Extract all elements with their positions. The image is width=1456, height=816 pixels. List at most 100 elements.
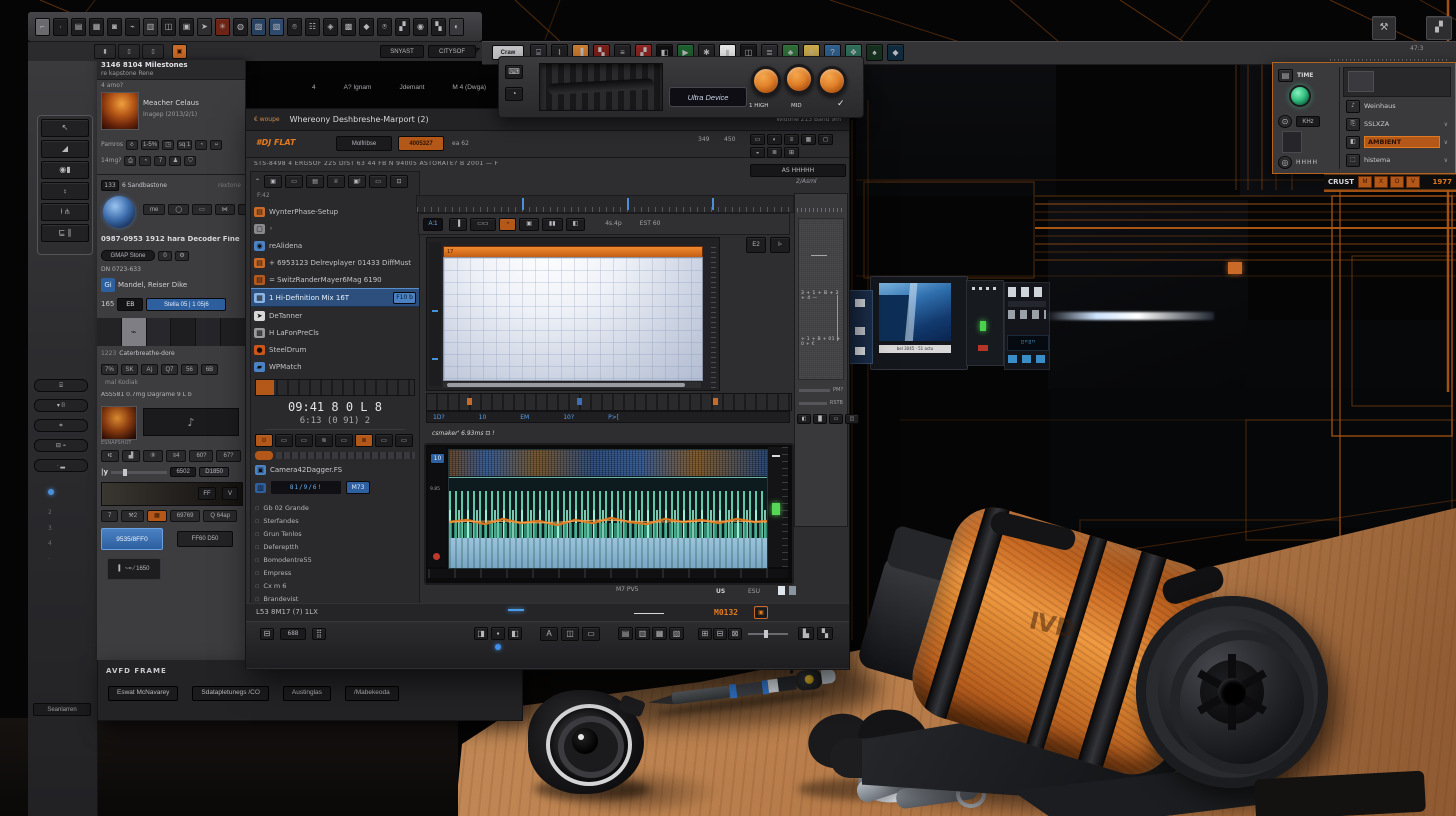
tag-tile-button[interactable]: O — [1390, 176, 1404, 188]
toolbar-a-icon-button[interactable]: ✳ — [215, 18, 230, 36]
gem-button[interactable] — [1289, 85, 1311, 107]
group-button[interactable]: ▦ — [652, 627, 667, 640]
toolbar-a-icon-button[interactable]: ◍ — [233, 18, 248, 36]
topright-icon-button[interactable]: ▞ — [1426, 16, 1452, 40]
tool-icon-button[interactable]: Q7 — [161, 364, 178, 375]
photo-chip[interactable]: FF — [198, 487, 216, 500]
toolbar-a-icon-button[interactable]: ⌾ — [287, 18, 302, 36]
tool-icon-button[interactable]: SK — [121, 364, 138, 375]
marker-label[interactable]: 10? — [563, 414, 574, 421]
subbar-tab[interactable]: ▮ — [94, 44, 116, 59]
strip-cluster-button[interactable]: ⨟ — [41, 182, 89, 200]
camera-row[interactable]: ▣ Camera42Dagger.FS — [251, 460, 419, 475]
strip2-cell[interactable]: ▭ — [375, 434, 393, 447]
mini-doc-icon[interactable] — [789, 586, 796, 595]
mix-item-button[interactable]: 69769 — [170, 510, 201, 522]
pill-icon-button[interactable]: 0 — [158, 251, 172, 261]
toolbar-b-icon-button[interactable]: ◆ — [887, 44, 904, 61]
tag-tile-button[interactable]: X — [1374, 176, 1388, 188]
window-tab[interactable]: M 4 (Dwga) — [446, 83, 492, 92]
trp-list-row[interactable]: ⬚ histema ∨ — [1343, 151, 1451, 169]
sphere-tool-button[interactable]: ◯ — [168, 204, 189, 215]
strip-cluster-button[interactable]: ◢ — [41, 140, 89, 158]
mix-item-button[interactable]: Q 64ap — [203, 510, 237, 522]
timeline-ruler[interactable] — [416, 195, 794, 213]
subbar-tab[interactable]: ▯ — [142, 44, 164, 59]
list2-row[interactable]: ▫Defereptth — [251, 540, 419, 553]
tool-icon-button[interactable]: 56 — [181, 364, 198, 375]
filmstrip[interactable]: ⌁ — [97, 318, 245, 346]
media-card-2[interactable]: ♪ ESNAPSHOT — [101, 406, 241, 446]
knob-low[interactable] — [817, 66, 847, 96]
toolbar-a-icon-button[interactable]: ▩ — [341, 18, 356, 36]
cluster-icon-button[interactable]: ◐ — [767, 134, 782, 145]
viewport-icon-button[interactable]: ◔ — [499, 218, 517, 231]
bt-button[interactable]: ⣿ — [312, 628, 326, 640]
photo-strip[interactable]: FF V — [101, 482, 243, 506]
sidebar-tool-button[interactable]: ▭ — [285, 175, 303, 188]
small-button[interactable]: ≡4 — [166, 450, 187, 462]
marker-label[interactable]: 1D? — [433, 414, 445, 421]
digits-field[interactable]: 81/9/6! — [270, 480, 342, 495]
canvas-hscrollbar[interactable] — [443, 382, 701, 388]
viewport-icon-button[interactable]: ▐ — [449, 218, 467, 231]
mode-button[interactable]: ▭ — [582, 627, 600, 641]
small-button[interactable]: ⑆ — [101, 450, 119, 462]
rp-slider-track[interactable] — [799, 402, 827, 405]
toolbar-a-icon-button[interactable]: ▦ — [89, 18, 104, 36]
small-button[interactable]: 67? — [216, 450, 240, 462]
small-button[interactable]: ⑨ — [143, 450, 162, 462]
strip2-cell[interactable]: ≋ — [315, 434, 333, 447]
view-button[interactable]: ⊟ — [713, 628, 727, 640]
wave-right-slider[interactable] — [768, 447, 788, 567]
control-icon-button[interactable]: 1-5% — [141, 140, 159, 150]
canvas-paper[interactable] — [443, 257, 703, 381]
strip-pill-button[interactable]: ▾ ⌷ — [34, 399, 88, 412]
trp-list-row[interactable]: ◧ AMBIENT ∨ — [1343, 133, 1451, 151]
control-icon-button[interactable]: ◔ — [139, 156, 151, 166]
control-icon-button[interactable]: ⛉ — [184, 156, 196, 166]
tree-row[interactable]: ➤ DeTanner — [251, 307, 419, 324]
sphere-thumbnail[interactable] — [103, 196, 135, 228]
mix-item-button[interactable]: ⚒2 — [121, 510, 144, 522]
topright-icon-button[interactable]: ⚒ — [1372, 16, 1396, 40]
list2-row[interactable]: ▫Sterfandes — [251, 514, 419, 527]
tool-icon-button[interactable]: 6B — [201, 364, 218, 375]
toolbar-a-icon-button[interactable]: ▧ — [269, 18, 284, 36]
trp-thumb[interactable] — [1282, 131, 1302, 153]
chevron-down-icon[interactable]: ∨ — [1444, 139, 1448, 146]
subbar-label-button[interactable]: CITYSOF — [428, 45, 476, 58]
knob-high[interactable] — [751, 66, 781, 96]
mix-item-button[interactable]: 7 — [101, 510, 118, 522]
toolbar-a-icon-button[interactable]: ⌁ — [125, 18, 140, 36]
rp-slider-track[interactable] — [799, 389, 830, 392]
tree-row[interactable]: ▢ ◦ — [251, 220, 419, 237]
control-icon-button[interactable]: sq 1 — [177, 140, 192, 150]
mode-button[interactable]: A — [540, 627, 558, 641]
toolbar-a-icon-button[interactable]: ◈ — [323, 18, 338, 36]
trp-list-row[interactable]: ♪ Weinhaus — [1343, 97, 1451, 115]
group-button[interactable]: ▥ — [635, 627, 650, 640]
window-tab[interactable]: Jdemant — [393, 83, 430, 92]
toolbar-a-icon-button[interactable]: ∙ — [53, 18, 68, 36]
view-button[interactable]: ⊠ — [728, 628, 742, 640]
strip-cluster-button[interactable]: ↖ — [41, 119, 89, 137]
footer-button[interactable]: Sdatapletunegs /CO — [192, 686, 269, 701]
tree-row[interactable]: ▩ H LaFonPreCls — [251, 324, 419, 341]
side-chip-button[interactable]: FF60 D50 — [177, 531, 233, 547]
strip2-cell[interactable]: ▭ — [295, 434, 313, 447]
list2-row[interactable]: ▫Bomodentre55 — [251, 553, 419, 566]
sphere-tool-button[interactable]: me — [143, 204, 165, 215]
trp-list-row[interactable]: ⎘ SSLXZA ∨ — [1343, 115, 1451, 133]
mini-doc-icon[interactable] — [778, 586, 785, 595]
control-icon-button[interactable]: ◳ — [162, 140, 174, 150]
strip-bottom-button[interactable]: Seanlarren — [33, 703, 91, 716]
selected-blue-button[interactable]: 9535/8FF0 — [101, 528, 163, 550]
control-icon-button[interactable]: 7 — [154, 156, 166, 166]
ab-chip[interactable]: A:1 — [423, 218, 443, 231]
knob-mid[interactable] — [784, 64, 814, 94]
rp-icon-button[interactable]: ◫ — [845, 414, 859, 424]
collapse-caret-icon[interactable]: ⌃ — [255, 179, 260, 185]
small-tile-button[interactable]: ▍ ~= ⁄ 1650 — [107, 558, 161, 580]
strip2-cell[interactable]: ≣ — [355, 434, 373, 447]
